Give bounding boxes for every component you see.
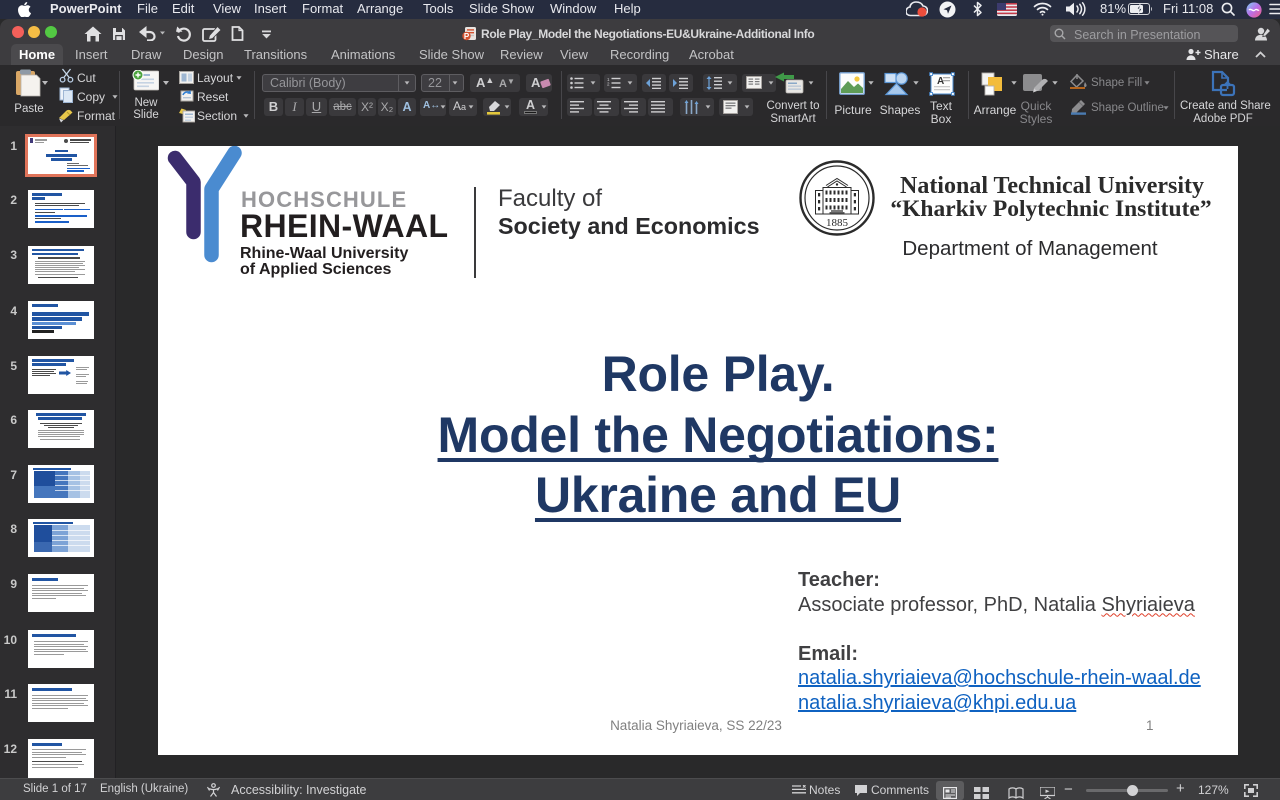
svg-text:2: 2 bbox=[607, 82, 610, 87]
svg-text:P: P bbox=[464, 32, 470, 41]
svg-text:1885: 1885 bbox=[826, 217, 849, 229]
